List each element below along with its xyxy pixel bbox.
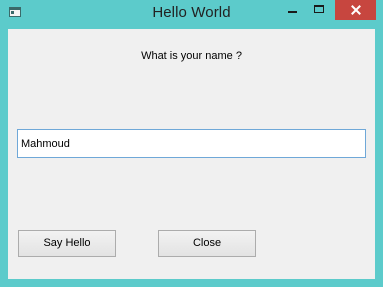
- minimize-icon[interactable]: [283, 0, 303, 20]
- title-bar[interactable]: Hello World: [0, 0, 383, 28]
- app-window: Hello World What is your name ? Say Hell…: [0, 0, 383, 287]
- client-area: What is your name ? Say Hello Close: [8, 29, 375, 279]
- say-hello-button[interactable]: Say Hello: [18, 230, 116, 257]
- close-icon[interactable]: [335, 0, 376, 20]
- question-label: What is your name ?: [141, 50, 242, 62]
- name-input[interactable]: [17, 129, 366, 158]
- close-button[interactable]: Close: [158, 230, 256, 257]
- maximize-icon[interactable]: [310, 0, 330, 20]
